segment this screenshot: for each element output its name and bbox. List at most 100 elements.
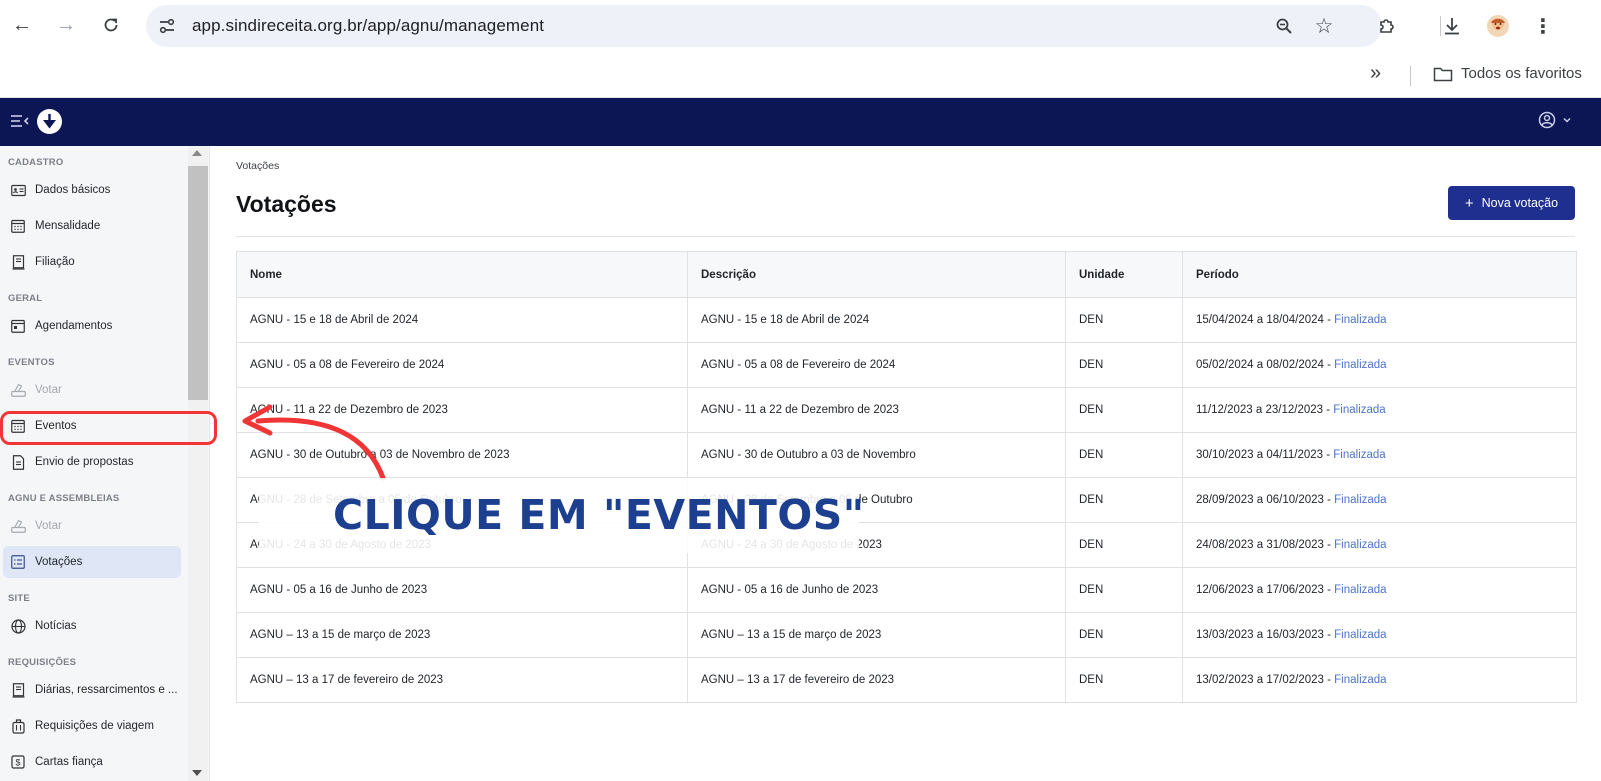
- table-row[interactable]: AGNU - 11 a 22 de Dezembro de 2023AGNU -…: [237, 388, 1577, 433]
- menu-collapse-icon[interactable]: [10, 113, 30, 131]
- zoom-icon[interactable]: [1272, 14, 1296, 38]
- votings-table: Nome Descrição Unidade Período AGNU - 15…: [236, 251, 1577, 703]
- cell-descricao: AGNU - 11 a 22 de Dezembro de 2023: [688, 388, 1066, 433]
- cell-periodo: 11/12/2023 a 23/12/2023 - Finalizada: [1183, 388, 1577, 433]
- sidebar-item-label: Mensalidade: [35, 220, 100, 232]
- cell-periodo: 30/10/2023 a 04/11/2023 - Finalizada: [1183, 433, 1577, 478]
- sidebar-item-label: Filiação: [35, 256, 75, 268]
- breadcrumb[interactable]: Votações: [236, 160, 279, 172]
- url-text[interactable]: app.sindireceita.org.br/app/agnu/managem…: [192, 16, 544, 36]
- sidebar-item-label: Envio de propostas: [35, 456, 133, 468]
- more-bookmarks-icon[interactable]: »: [1370, 62, 1381, 85]
- profile-avatar-icon[interactable]: [1486, 14, 1510, 38]
- sidebar-item-noticias[interactable]: Notícias: [3, 610, 181, 642]
- browser-toolbar: ← → app.sindireceita.org.br/app/agnu/man…: [0, 0, 1601, 52]
- sidebar-item-agendamentos[interactable]: Agendamentos: [3, 310, 181, 342]
- sidebar-item-label: Votar: [35, 384, 62, 396]
- sidebar-item-envio-de-propostas[interactable]: Envio de propostas: [3, 446, 181, 478]
- forward-arrow-icon[interactable]: →: [53, 12, 79, 38]
- back-arrow-icon[interactable]: ←: [9, 12, 35, 38]
- sidebar: CADASTRO Dados básicos Mensalidade Filia…: [0, 146, 210, 781]
- user-menu[interactable]: [1538, 111, 1572, 129]
- sidebar-item-label: Diárias, ressarcimentos e ...: [35, 684, 178, 696]
- cell-periodo: 28/09/2023 a 06/10/2023 - Finalizada: [1183, 478, 1577, 523]
- chevron-down-icon: [1562, 115, 1572, 125]
- main-content: Votações Votações + Nova votação Nome De…: [210, 146, 1601, 781]
- cell-descricao: AGNU - 05 a 08 de Fevereiro de 2024: [688, 343, 1066, 388]
- site-settings-icon[interactable]: [156, 15, 178, 37]
- cell-descricao: AGNU - 05 a 16 de Junho de 2023: [688, 568, 1066, 613]
- cell-unidade: DEN: [1066, 658, 1183, 703]
- sidebar-section-cadastro: CADASTRO: [8, 157, 63, 168]
- sidebar-item-label: Agendamentos: [35, 320, 112, 332]
- cell-nome: AGNU – 13 a 17 de fevereiro de 2023: [237, 658, 688, 703]
- table-row[interactable]: AGNU - 05 a 08 de Fevereiro de 2024AGNU …: [237, 343, 1577, 388]
- column-header-periodo[interactable]: Período: [1183, 252, 1577, 298]
- reload-icon[interactable]: [98, 12, 124, 38]
- page-title: Votações: [236, 191, 337, 218]
- cell-unidade: DEN: [1066, 613, 1183, 658]
- download-icon[interactable]: [1440, 14, 1464, 38]
- sidebar-item-filiacao[interactable]: Filiação: [3, 246, 181, 278]
- new-voting-button[interactable]: + Nova votação: [1448, 186, 1575, 220]
- period-text: 12/06/2023 a 17/06/2023 -: [1196, 584, 1331, 596]
- cell-nome: AGNU - 05 a 16 de Junho de 2023: [237, 568, 688, 613]
- status-badge: Finalizada: [1333, 404, 1385, 416]
- user-icon: [1538, 111, 1556, 129]
- cell-unidade: DEN: [1066, 388, 1183, 433]
- cell-unidade: DEN: [1066, 478, 1183, 523]
- sidebar-item-votacoes[interactable]: Votações: [3, 546, 181, 578]
- cell-periodo: 15/04/2024 a 18/04/2024 - Finalizada: [1183, 298, 1577, 343]
- cell-periodo: 13/03/2023 a 16/03/2023 - Finalizada: [1183, 613, 1577, 658]
- table-row[interactable]: AGNU – 13 a 15 de março de 2023AGNU – 13…: [237, 613, 1577, 658]
- highlight-box: [0, 411, 217, 445]
- column-header-nome[interactable]: Nome: [237, 252, 688, 298]
- sidebar-item-diarias[interactable]: Diárias, ressarcimentos e ...: [3, 674, 181, 706]
- cell-unidade: DEN: [1066, 433, 1183, 478]
- extensions-icon[interactable]: [1375, 14, 1399, 38]
- cell-nome: AGNU – 13 a 15 de março de 2023: [237, 613, 688, 658]
- period-text: 11/12/2023 a 23/12/2023 -: [1196, 404, 1330, 416]
- sidebar-item-mensalidade[interactable]: Mensalidade: [3, 210, 181, 242]
- scroll-down-icon[interactable]: [192, 770, 202, 776]
- sidebar-item-votar-eventos[interactable]: Votar: [3, 374, 181, 406]
- cell-descricao: AGNU - 30 de Outubro a 03 de Novembro: [688, 433, 1066, 478]
- table-header-row: Nome Descrição Unidade Período: [237, 252, 1577, 298]
- status-badge: Finalizada: [1334, 494, 1386, 506]
- column-header-descricao[interactable]: Descrição: [688, 252, 1066, 298]
- sidebar-item-label: Notícias: [35, 620, 77, 632]
- period-text: 24/08/2023 a 31/08/2023 -: [1196, 539, 1331, 551]
- folder-icon: [1433, 66, 1453, 82]
- period-text: 13/03/2023 a 16/03/2023 -: [1196, 629, 1331, 641]
- period-text: 28/09/2023 a 06/10/2023 -: [1196, 494, 1331, 506]
- status-badge: Finalizada: [1334, 359, 1386, 371]
- address-bar[interactable]: app.sindireceita.org.br/app/agnu/managem…: [146, 5, 1382, 47]
- sidebar-section-site: SITE: [8, 593, 30, 604]
- status-badge: Finalizada: [1334, 629, 1386, 641]
- vote-icon: [10, 382, 26, 398]
- bookmarks-separator: [1410, 66, 1411, 86]
- list-icon: [10, 554, 26, 570]
- sidebar-scrollbar-thumb[interactable]: [188, 166, 208, 400]
- sidebar-item-cartas-fianca[interactable]: $ Cartas fiança: [3, 746, 181, 778]
- sidebar-section-agnu: AGNU E ASSEMBLEIAS: [8, 493, 119, 504]
- sidebar-item-requisicoes-de-viagem[interactable]: Requisições de viagem: [3, 710, 181, 742]
- scroll-up-icon[interactable]: [192, 150, 202, 156]
- period-text: 15/04/2024 a 18/04/2024 -: [1196, 314, 1331, 326]
- column-header-unidade[interactable]: Unidade: [1066, 252, 1183, 298]
- title-divider: [236, 236, 1575, 237]
- table-row[interactable]: AGNU - 30 de Outubro a 03 de Novembro de…: [237, 433, 1577, 478]
- app-logo-icon[interactable]: [37, 109, 62, 134]
- luggage-icon: [10, 718, 26, 734]
- sidebar-section-eventos: EVENTOS: [8, 357, 55, 368]
- bookmark-star-icon[interactable]: ☆: [1312, 14, 1336, 38]
- table-row[interactable]: AGNU - 15 e 18 de Abril de 2024AGNU - 15…: [237, 298, 1577, 343]
- vote-icon: [10, 518, 26, 534]
- all-bookmarks-button[interactable]: Todos os favoritos: [1433, 65, 1582, 82]
- sidebar-item-label: Requisições de viagem: [35, 720, 154, 732]
- table-row[interactable]: AGNU - 05 a 16 de Junho de 2023AGNU - 05…: [237, 568, 1577, 613]
- sidebar-item-dados-basicos[interactable]: Dados básicos: [3, 174, 181, 206]
- sidebar-item-votar-agnu[interactable]: Votar: [3, 510, 181, 542]
- table-row[interactable]: AGNU – 13 a 17 de fevereiro de 2023AGNU …: [237, 658, 1577, 703]
- browser-menu-icon[interactable]: ⋮: [1531, 14, 1555, 38]
